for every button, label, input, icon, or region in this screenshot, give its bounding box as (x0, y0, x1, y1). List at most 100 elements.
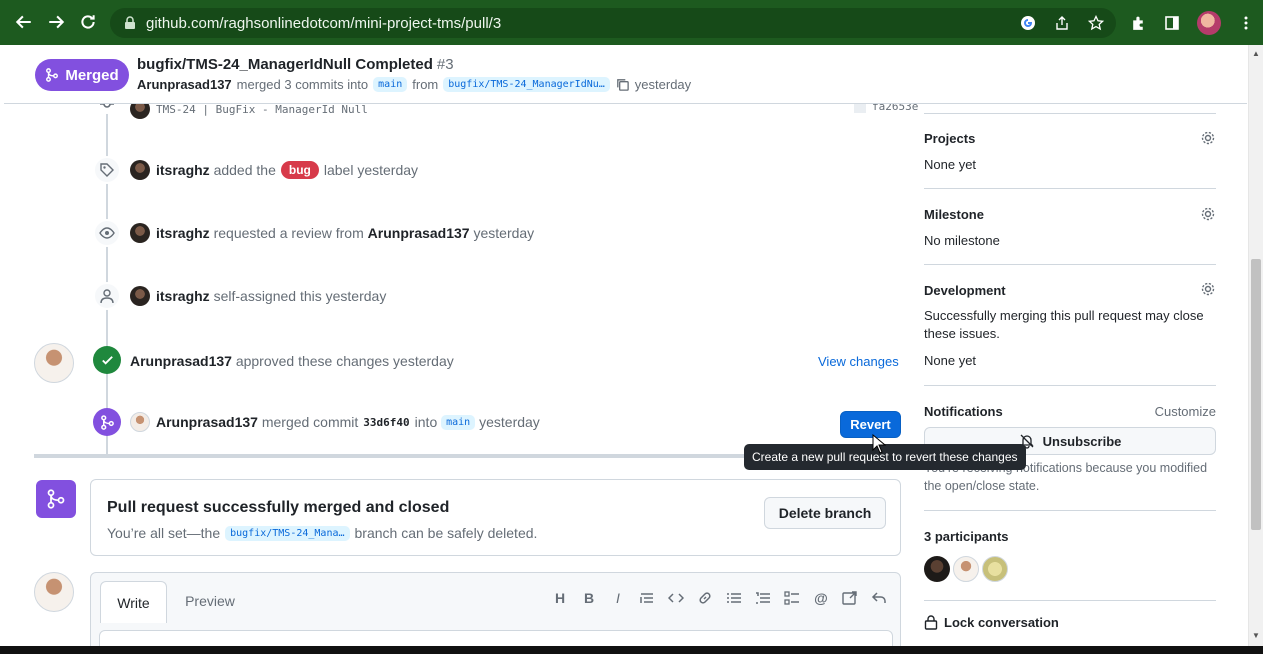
code-icon[interactable] (667, 589, 685, 607)
pr-author[interactable]: Arunprasad137 (137, 77, 232, 92)
link-icon[interactable] (696, 589, 714, 607)
numbered-list-icon[interactable] (754, 589, 772, 607)
lock-icon (125, 16, 135, 29)
url-text: github.com/raghsonlinedotcom/mini-projec… (146, 14, 502, 32)
markdown-toolbar: H B I @ (551, 589, 888, 607)
italic-icon[interactable]: I (609, 589, 627, 607)
gear-icon[interactable] (1200, 130, 1216, 146)
avatar (130, 412, 150, 432)
share-icon[interactable] (1054, 15, 1070, 31)
bookmark-star-icon[interactable] (1088, 15, 1104, 31)
lock-conversation-label: Lock conversation (944, 614, 1059, 630)
milestone-section: Milestone No milestone (924, 188, 1216, 264)
pr-merged-text: merged 3 commits into (236, 77, 369, 92)
milestone-title[interactable]: Milestone (924, 207, 984, 222)
reply-icon[interactable] (870, 589, 888, 607)
google-icon[interactable] (1020, 15, 1036, 31)
tab-write[interactable]: Write (100, 581, 167, 623)
reload-icon (81, 15, 95, 29)
pr-title-text: bugfix/TMS-24_ManagerIdNull Completed (137, 56, 433, 73)
pr-sticky-header: Merged bugfix/TMS-24_ManagerIdNull Compl… (4, 45, 1247, 104)
projects-title[interactable]: Projects (924, 131, 975, 146)
comment-editor: Write Preview H B I @ (90, 572, 901, 654)
merge-event: Arunprasad137 merged commit 33d6f40 into… (130, 412, 540, 432)
event-user[interactable]: Arunprasad137 (130, 353, 232, 369)
event-text: added the (213, 162, 276, 178)
head-branch[interactable]: bugfix/TMS-24_ManagerIdNu… (443, 77, 610, 92)
revert-button[interactable]: Revert (840, 411, 901, 438)
lock-conversation-button[interactable]: Lock conversation (924, 614, 1059, 630)
event-text-post: label yesterday (323, 162, 419, 178)
development-value: None yet (924, 353, 977, 368)
pr-sidebar: Projects None yet Milestone No milestone… (924, 104, 1216, 654)
browser-toolbar: github.com/raghsonlinedotcom/mini-projec… (0, 0, 1263, 45)
quote-icon[interactable] (638, 589, 656, 607)
merged-label: Merged (65, 66, 119, 84)
approved-check-icon (93, 346, 121, 374)
deletable-branch[interactable]: bugfix/TMS-24_Mana… (225, 525, 350, 541)
bulleted-list-icon[interactable] (725, 589, 743, 607)
merge-status-title: Pull request successfully merged and clo… (107, 499, 450, 516)
customize-link[interactable]: Customize (1155, 404, 1216, 419)
lock-icon (924, 615, 938, 630)
heading-icon[interactable]: H (551, 589, 569, 607)
event-user[interactable]: itsraghz (156, 162, 210, 178)
base-branch[interactable]: main (373, 77, 408, 92)
development-title[interactable]: Development (924, 283, 1006, 298)
merge-sub-pre: You’re all set—the (107, 525, 221, 541)
taskbar-strip (0, 646, 1263, 654)
merge-sub-post: branch can be safely deleted. (354, 525, 538, 541)
bug-label[interactable]: bug (280, 161, 319, 179)
event-time: yesterday (473, 225, 535, 241)
event-user[interactable]: Arunprasad137 (156, 414, 258, 430)
gear-icon[interactable] (1200, 281, 1216, 297)
event-text: merged commit (261, 414, 359, 430)
task-list-icon[interactable] (783, 589, 801, 607)
review-request-event: itsraghz requested a review from Arunpra… (130, 223, 534, 243)
commit-message[interactable]: TMS-24 | BugFix - ManagerId Null (156, 103, 368, 116)
pr-title: bugfix/TMS-24_ManagerIdNull Completed #3 (137, 56, 454, 73)
avatar (130, 286, 150, 306)
reviewer-avatar[interactable] (34, 343, 74, 383)
view-changes-link[interactable]: View changes (818, 354, 899, 369)
participant-avatar[interactable] (953, 556, 979, 582)
participant-avatar[interactable] (924, 556, 950, 582)
tab-preview[interactable]: Preview (177, 581, 243, 621)
avatar (130, 160, 150, 180)
mention-icon[interactable]: @ (812, 589, 830, 607)
arrow-left-icon (15, 15, 31, 29)
eye-icon (93, 219, 121, 247)
reference-icon[interactable] (841, 589, 859, 607)
page-scrollbar[interactable]: ▲ ▼ (1248, 45, 1263, 654)
merge-branch[interactable]: main (441, 414, 476, 430)
event-into: into (414, 414, 438, 430)
kebab-menu-icon[interactable] (1237, 14, 1255, 32)
event-target[interactable]: Arunprasad137 (368, 225, 470, 241)
person-icon (93, 282, 121, 310)
merge-commit-sha[interactable]: 33d6f40 (363, 416, 409, 429)
side-panel-icon[interactable] (1163, 14, 1181, 32)
copy-icon[interactable] (615, 77, 630, 92)
gear-icon[interactable] (1200, 206, 1216, 222)
forward-button[interactable] (40, 6, 72, 38)
current-user-avatar[interactable] (34, 572, 74, 612)
milestone-value: No milestone (924, 233, 1000, 248)
address-bar[interactable]: github.com/raghsonlinedotcom/mini-projec… (110, 8, 1116, 38)
unsubscribe-label: Unsubscribe (1042, 433, 1122, 449)
scroll-down-icon[interactable]: ▼ (1252, 631, 1260, 640)
merge-status-subtitle: You’re all set—the bugfix/TMS-24_Mana… b… (107, 525, 537, 541)
reload-button[interactable] (72, 6, 104, 38)
profile-avatar[interactable] (1197, 11, 1221, 35)
event-user[interactable]: itsraghz (156, 288, 210, 304)
scrollbar-thumb[interactable] (1251, 259, 1261, 530)
event-text: requested a review from (213, 225, 364, 241)
delete-branch-button[interactable]: Delete branch (764, 497, 886, 529)
merge-status-box: Pull request successfully merged and clo… (90, 479, 901, 556)
back-button[interactable] (8, 6, 40, 38)
bold-icon[interactable]: B (580, 589, 598, 607)
extensions-icon[interactable] (1129, 14, 1147, 32)
scroll-up-icon[interactable]: ▲ (1252, 49, 1260, 58)
projects-value: None yet (924, 157, 977, 172)
participant-avatar[interactable] (982, 556, 1008, 582)
event-user[interactable]: itsraghz (156, 225, 210, 241)
